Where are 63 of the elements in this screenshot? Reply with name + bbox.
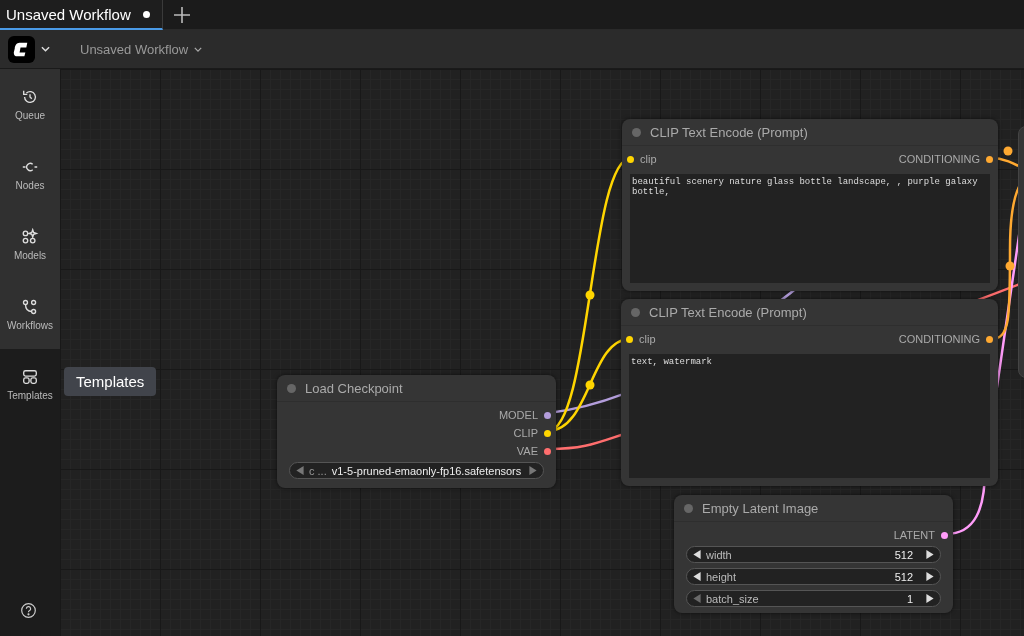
layout-icon[interactable] [21,367,39,386]
right-arrow-icon[interactable] [926,594,934,603]
help-icon[interactable] [20,602,37,619]
workflow-tab[interactable]: Unsaved Workflow [0,0,163,30]
output-label: CONDITIONING [898,153,980,165]
sidebar-item[interactable]: Workflows [0,279,60,349]
right-arrow-icon[interactable] [926,550,934,559]
workflow-menu-button[interactable]: Unsaved Workflow [74,40,209,58]
right-arrow-icon[interactable] [926,572,934,581]
logo-icon[interactable] [8,35,35,63]
output-socket-icon[interactable] [986,335,993,343]
sidebar-item[interactable]: Models [0,209,60,279]
chevron-down-icon[interactable] [194,46,203,52]
collapse-dot-icon[interactable] [287,383,296,393]
node-panel[interactable]: Load Checkpoint MODEL CLIP VAE c ... v1-5-pruned-emaonly-fp16.safetensors [277,375,556,488]
node-panel[interactable]: CLIP Text Encode (Prompt) clip CONDITIONING text, watermark [621,299,998,486]
widget-label: height [706,570,736,583]
input-label: clip [640,153,657,165]
prompt-textarea[interactable]: beautiful scenery nature glass bottle landscape, , purple galaxy bottle, [630,174,990,283]
left-arrow-icon[interactable] [693,550,701,559]
output-socket-icon[interactable] [941,531,948,539]
output-socket-icon[interactable] [544,411,551,419]
node-panel[interactable]: CLIP Text Encode (Prompt) clip CONDITIONING beautiful scenery nature glass bottle landscape, , purple galaxy bottle, [622,119,998,291]
shapes-icon[interactable] [21,227,39,246]
widget-label: c ... [309,464,327,477]
output-label: CLIP [513,427,538,439]
sidebar-item[interactable]: Nodes [0,139,60,209]
left-arrow-icon[interactable] [693,572,701,581]
sidebar-item[interactable]: Queue [0,69,60,139]
output-label: LATENT [893,529,935,541]
widget-label: width [706,548,732,561]
input-socket-icon[interactable] [626,335,633,343]
sidebar-item[interactable]: Templates [0,349,60,419]
node-title: CLIP Text Encode (Prompt) [650,124,808,140]
number-widget[interactable]: height 512 [686,568,941,585]
widget-label: batch_size [706,592,759,605]
output-socket-icon[interactable] [544,429,551,437]
widget-value: 512 [893,570,913,583]
node-canvas[interactable] [60,69,1024,636]
output-label: MODEL [498,409,538,421]
collapse-dot-icon[interactable] [684,503,693,513]
input-label: clip [639,333,656,345]
node-title: CLIP Text Encode (Prompt) [649,304,807,320]
output-label: VAE [516,445,538,457]
unsaved-dot-icon [142,10,150,18]
node-title: Empty Latent Image [702,500,819,516]
input-socket-icon[interactable] [627,155,634,163]
widget-value: 512 [893,548,913,561]
output-label: CONDITIONING [898,333,980,345]
widget-value: v1-5-pruned-emaonly-fp16.safetensors [331,464,523,477]
output-socket-icon[interactable] [986,155,993,163]
node-title: Load Checkpoint [305,380,403,396]
node-panel[interactable]: Empty Latent Image LATENT width 512 height 512 batch_size 1 [674,495,953,613]
widget-value: 1 [905,592,913,605]
collapse-dot-icon[interactable] [632,127,641,137]
collapse-dot-icon[interactable] [631,307,640,317]
tooltip: Templates [64,367,157,396]
prompt-textarea[interactable]: text, watermark [629,354,990,478]
number-widget[interactable]: batch_size 1 [686,590,941,607]
output-socket-icon[interactable] [544,447,551,455]
plus-icon[interactable] [172,5,191,24]
number-widget[interactable]: width 512 [686,546,941,563]
branch-icon[interactable] [21,297,39,316]
